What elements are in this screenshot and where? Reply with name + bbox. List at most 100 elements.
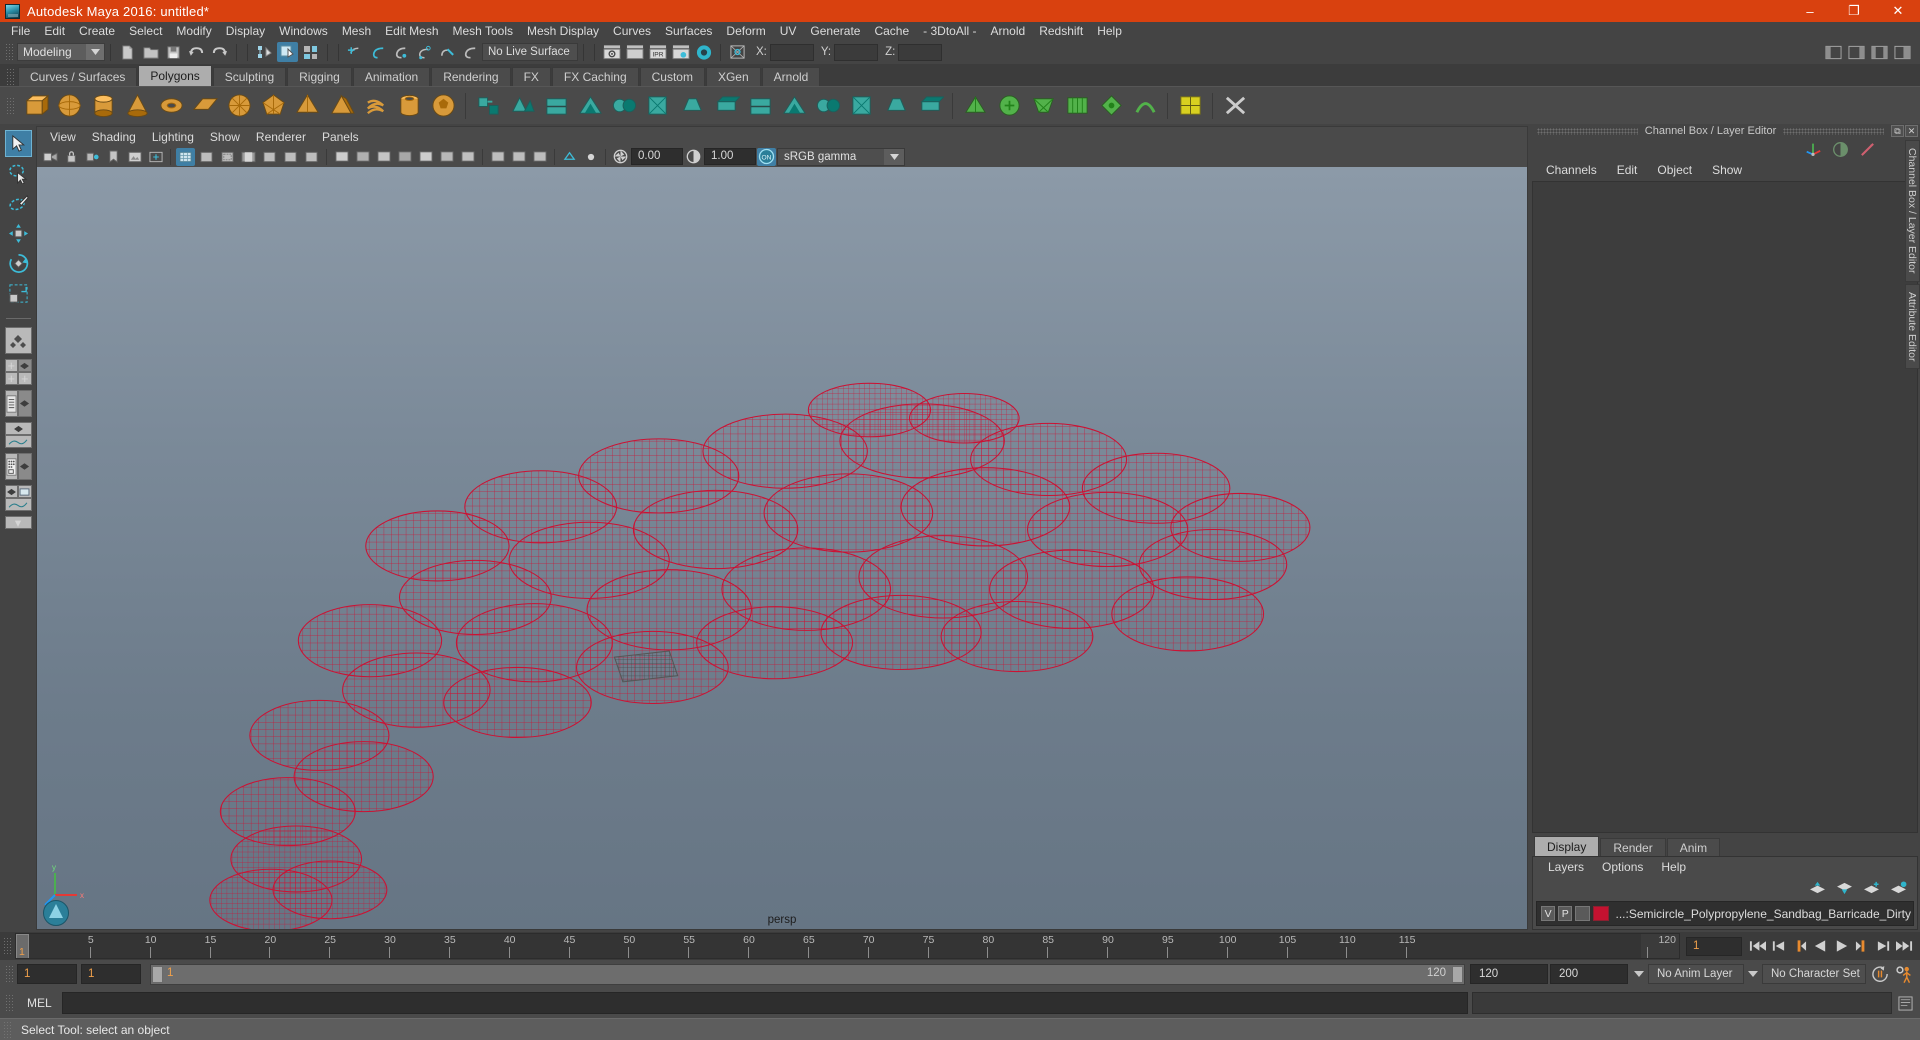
menu-item-select[interactable]: Select xyxy=(122,22,169,40)
shelf-tab-fx[interactable]: FX xyxy=(511,67,551,86)
poly-extrude-icon[interactable] xyxy=(643,91,673,121)
play-forwards-icon[interactable] xyxy=(1832,937,1851,956)
exposure-input[interactable]: 0.00 xyxy=(631,148,683,165)
help-line-grip[interactable] xyxy=(3,1020,12,1039)
create-layer-from-selected-icon[interactable] xyxy=(1890,881,1907,895)
two-d-pan-zoom-icon[interactable] xyxy=(146,148,165,166)
snap-to-curve-icon[interactable] xyxy=(368,42,389,62)
layout-four-view-button[interactable]: + + + xyxy=(4,359,32,386)
poly-platonic-icon[interactable] xyxy=(258,91,288,121)
minimize-button[interactable]: – xyxy=(1788,0,1832,22)
menu-item-redshift[interactable]: Redshift xyxy=(1032,22,1090,40)
range-handle-right[interactable] xyxy=(1452,965,1463,983)
x-input[interactable] xyxy=(769,43,814,61)
render-settings-icon[interactable] xyxy=(670,42,691,62)
channel-box-menu-edit[interactable]: Edit xyxy=(1607,163,1648,177)
step-forward-frame-icon[interactable] xyxy=(1853,937,1872,956)
snap-to-grid-icon[interactable] xyxy=(345,42,366,62)
textured-icon[interactable] xyxy=(395,148,414,166)
poly-detach-icon[interactable] xyxy=(881,91,911,121)
play-backwards-icon[interactable] xyxy=(1811,937,1830,956)
command-line-grip[interactable] xyxy=(5,994,14,1012)
channel-box-menu-object[interactable]: Object xyxy=(1647,163,1702,177)
step-back-frame-icon[interactable] xyxy=(1790,937,1809,956)
xray-joints-icon[interactable] xyxy=(281,148,300,166)
menu-item-mesh-tools[interactable]: Mesh Tools xyxy=(446,22,520,40)
lasso-select-tool-button[interactable] xyxy=(5,160,32,187)
shelf-tab-xgen[interactable]: XGen xyxy=(705,67,761,86)
select-camera-icon[interactable] xyxy=(41,148,60,166)
current-frame-input[interactable]: 1 xyxy=(1686,936,1742,956)
character-set-field[interactable]: No Character Set xyxy=(1762,964,1866,984)
menu-item-display[interactable]: Display xyxy=(219,22,272,40)
perspective-viewport[interactable]: persp y x xyxy=(36,167,1528,930)
grid-icon[interactable] xyxy=(176,147,195,166)
maya-viewcube-icon[interactable] xyxy=(42,899,70,927)
poly-smooth-icon[interactable] xyxy=(609,91,639,121)
shelf-tab-rigging[interactable]: Rigging xyxy=(287,67,352,86)
shelf-grip[interactable] xyxy=(6,68,15,86)
command-language-label[interactable]: MEL xyxy=(17,996,62,1010)
poly-disc-icon[interactable] xyxy=(224,91,254,121)
shelf-tab-arnold[interactable]: Arnold xyxy=(761,67,821,86)
go-to-end-icon[interactable] xyxy=(1895,937,1914,956)
layer-tab-render[interactable]: Render xyxy=(1600,838,1666,856)
xray-active-components-icon[interactable] xyxy=(302,148,321,166)
menu-item-file[interactable]: File xyxy=(4,22,37,40)
z-input[interactable] xyxy=(898,43,943,61)
animation-preferences-icon[interactable] xyxy=(1895,965,1914,984)
poly-duplicate-face-icon[interactable] xyxy=(813,91,843,121)
range-slider-bar[interactable]: 1 120 xyxy=(150,963,1465,985)
poly-separate-icon[interactable] xyxy=(507,91,537,121)
poly-connect-icon[interactable] xyxy=(847,91,877,121)
show-hide-attribute-editor-icon[interactable] xyxy=(1846,42,1867,62)
grid-display-icon[interactable] xyxy=(581,148,600,166)
anim-layer-dropdown-icon[interactable] xyxy=(1630,965,1648,983)
layer-menu-help[interactable]: Help xyxy=(1652,860,1695,874)
anim-end-time-field[interactable]: 200 xyxy=(1550,964,1628,984)
hypershade-icon[interactable] xyxy=(693,42,714,62)
playback-end-time-field[interactable]: 120 xyxy=(1470,964,1548,984)
poly-multicut-icon[interactable] xyxy=(1028,91,1058,121)
panel-drag-dots-right[interactable] xyxy=(1783,127,1884,135)
layout-outliner-persp-button[interactable] xyxy=(4,390,32,417)
menu-item-deform[interactable]: Deform xyxy=(719,22,772,40)
y-input[interactable] xyxy=(834,43,879,61)
menu-item-mesh-display[interactable]: Mesh Display xyxy=(520,22,606,40)
poly-prism-icon[interactable] xyxy=(326,91,356,121)
poly-cone-icon[interactable] xyxy=(122,91,152,121)
poly-booleans-icon[interactable] xyxy=(541,91,571,121)
shelf-tab-rendering[interactable]: Rendering xyxy=(431,67,511,86)
scale-tool-button[interactable] xyxy=(5,280,32,307)
undock-panel-button[interactable]: ⧉ xyxy=(1891,125,1904,137)
menu-item-cache[interactable]: Cache xyxy=(867,22,916,40)
layout-persp-outliner-graph-button[interactable] xyxy=(4,485,32,511)
shelf-tab-animation[interactable]: Animation xyxy=(352,67,431,86)
poly-sphere-icon[interactable] xyxy=(54,91,84,121)
go-to-start-icon[interactable] xyxy=(1748,937,1767,956)
paint-select-tool-button[interactable] xyxy=(5,190,32,217)
time-slider-grip[interactable] xyxy=(3,937,12,955)
timeline-track[interactable]: 1 120 5 10 15 20 25 30 35 40 45 50 55 60 65 70 75 80 85 9… xyxy=(15,933,1680,959)
color-management-selector[interactable]: sRGB gamma xyxy=(777,147,905,166)
menu-item-mesh[interactable]: Mesh xyxy=(335,22,378,40)
modeling-toolkit-icon[interactable] xyxy=(1859,141,1876,158)
shelf-tab-fx-caching[interactable]: FX Caching xyxy=(551,67,639,86)
menu-item-3dtoall[interactable]: - 3DtoAll - xyxy=(916,22,983,40)
show-hide-modeling-toolkit-icon[interactable] xyxy=(1823,42,1844,62)
viewport-menu-shading[interactable]: Shading xyxy=(84,130,144,144)
poly-pipe-icon[interactable] xyxy=(394,91,424,121)
poly-crease-icon[interactable] xyxy=(960,91,990,121)
poly-append-icon[interactable] xyxy=(745,91,775,121)
viewport-menu-view[interactable]: View xyxy=(42,130,84,144)
range-handle-left[interactable] xyxy=(152,965,163,983)
layer-row[interactable]: V P ...:Semicircle_Polypropylene_Sandbag_B… xyxy=(1539,905,1911,922)
channel-box-menu-channels[interactable]: Channels xyxy=(1536,163,1607,177)
statusline-grip[interactable] xyxy=(5,43,14,61)
move-layer-down-icon[interactable] xyxy=(1836,881,1853,895)
redo-icon[interactable] xyxy=(209,42,230,62)
poly-uv-icon[interactable] xyxy=(1175,91,1205,121)
new-scene-icon[interactable] xyxy=(117,42,138,62)
snap-to-projected-center-icon[interactable] xyxy=(414,42,435,62)
layer-tab-display[interactable]: Display xyxy=(1534,836,1600,856)
